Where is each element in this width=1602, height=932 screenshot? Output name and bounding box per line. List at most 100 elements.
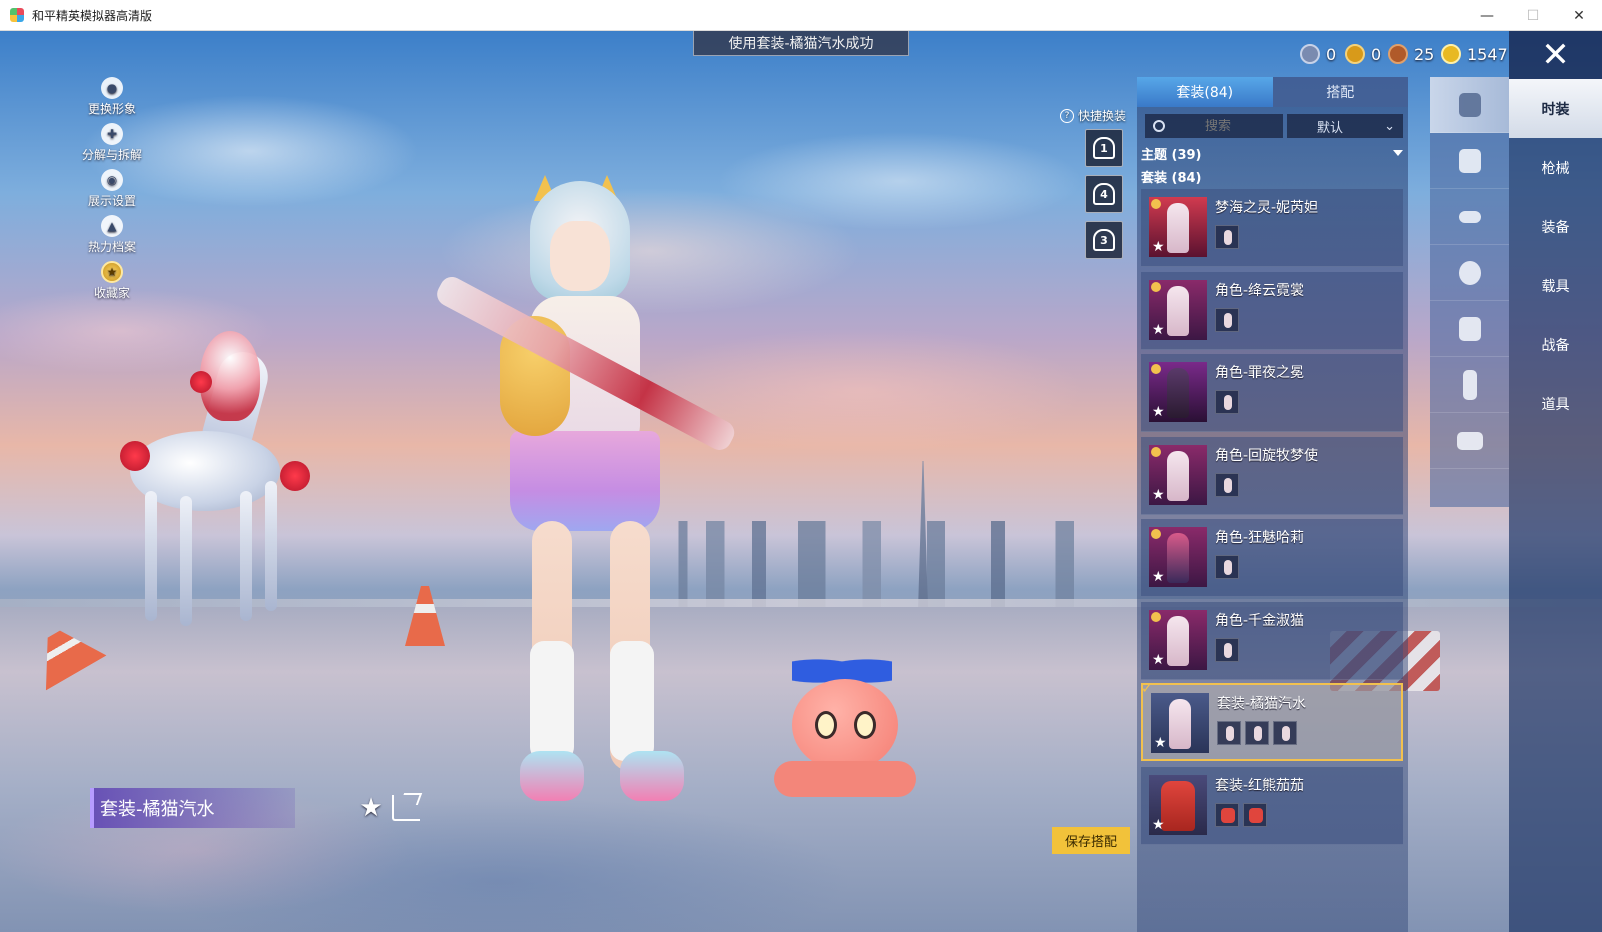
- outfit-name: 角色-绛云霓裳: [1215, 283, 1305, 299]
- help-icon: ?: [1060, 108, 1074, 123]
- list-item[interactable]: ★ 角色-千金淑猫: [1141, 602, 1403, 680]
- part-thumbnail[interactable]: [1215, 225, 1239, 249]
- part-thumbnail[interactable]: [1245, 721, 1269, 745]
- crystal-horse[interactable]: [90, 331, 320, 641]
- list-item[interactable]: ★ 角色-绛云霓裳: [1141, 272, 1403, 350]
- star-icon[interactable]: ★: [1152, 818, 1165, 832]
- decompose-label: 分解与拆解: [81, 148, 142, 162]
- shirt-category-button[interactable]: [1430, 301, 1509, 357]
- tab-items[interactable]: 道具: [1509, 374, 1602, 433]
- outfit-parts: [1215, 390, 1239, 414]
- maximize-button[interactable]: ☐: [1510, 0, 1556, 31]
- display-settings-button[interactable]: ◉ 展示设置: [72, 169, 152, 215]
- tab-firearms[interactable]: 枪械: [1509, 138, 1602, 197]
- figure-icon: [1167, 616, 1189, 666]
- success-banner: 使用套装-橘猫汽水成功: [693, 31, 909, 56]
- hand-category-button[interactable]: [1430, 133, 1509, 189]
- quick-swap-slot-1[interactable]: 1: [1085, 129, 1123, 167]
- collector-label: 收藏家: [93, 286, 130, 300]
- list-item[interactable]: ★ 角色-狂魅哈莉: [1141, 519, 1403, 597]
- search-box[interactable]: [1145, 114, 1283, 138]
- tab-fashion[interactable]: 时装: [1509, 79, 1602, 138]
- close-icon[interactable]: ✕: [1509, 31, 1602, 79]
- part-thumbnail[interactable]: [1215, 390, 1239, 414]
- shoes-category-button[interactable]: [1430, 413, 1509, 469]
- part-thumbnail[interactable]: [1215, 473, 1239, 497]
- sort-dropdown[interactable]: 默认 ⌄: [1287, 114, 1403, 138]
- window-controls: — ☐ ✕: [1464, 0, 1602, 31]
- pet-eye: [854, 711, 876, 739]
- collector-button[interactable]: ★ 收藏家: [72, 261, 152, 307]
- figure-icon: [1167, 368, 1189, 418]
- theme-section-header[interactable]: 主题 (39): [1141, 143, 1403, 163]
- decompose-button[interactable]: ✚ 分解与拆解: [72, 123, 152, 169]
- star-icon[interactable]: ★: [1152, 570, 1165, 584]
- list-item[interactable]: ★ 套装-红熊茄茄: [1141, 767, 1403, 845]
- star-icon[interactable]: ★: [1152, 488, 1165, 502]
- save-outfit-button[interactable]: 保存搭配: [1052, 827, 1130, 854]
- star-icon[interactable]: ★: [1152, 323, 1165, 337]
- quick-swap-slot-2[interactable]: 4: [1085, 175, 1123, 213]
- rank-badge-icon: [1151, 199, 1161, 209]
- search-input[interactable]: [1173, 118, 1263, 134]
- list-item-selected[interactable]: ✓ ★ 套装-橘猫汽水: [1141, 681, 1403, 761]
- tab-suits[interactable]: 套装(84): [1137, 77, 1273, 107]
- outfit-parts: [1215, 473, 1239, 497]
- rank-badge-icon: [1151, 529, 1161, 539]
- caret-down-icon: [1393, 150, 1403, 156]
- player-character[interactable]: [470, 175, 750, 841]
- tab-vehicles[interactable]: 载具: [1509, 256, 1602, 315]
- suit-section-label: 套装 (84): [1141, 170, 1202, 186]
- quick-swap-slot-3[interactable]: 3: [1085, 221, 1123, 259]
- part-thumbnail[interactable]: [1215, 803, 1239, 827]
- favorite-star-icon[interactable]: ★: [357, 794, 385, 822]
- star-icon[interactable]: ★: [1154, 736, 1167, 750]
- outfit-list-panel: 套装(84) 搭配 默认 ⌄ 主题 (39) 套装 (84) ★: [1137, 77, 1408, 932]
- star-icon[interactable]: ★: [1152, 405, 1165, 419]
- change-appearance-button[interactable]: ● 更换形象: [72, 77, 152, 123]
- glasses-icon: [1458, 210, 1481, 223]
- rose-decoration: [120, 441, 150, 471]
- part-thumbnail[interactable]: [1243, 803, 1267, 827]
- tab-combat-prep[interactable]: 战备: [1509, 315, 1602, 374]
- pants-category-button[interactable]: [1430, 357, 1509, 413]
- roller-skate: [520, 751, 584, 801]
- outfit-category-button[interactable]: [1430, 77, 1509, 133]
- rank-badge-icon: [1151, 364, 1161, 374]
- mask-category-button[interactable]: [1430, 245, 1509, 301]
- rank-badge-icon: [1151, 447, 1161, 457]
- horse-leg: [240, 491, 252, 621]
- tab-equipment[interactable]: 装备: [1509, 197, 1602, 256]
- person-icon: ●: [101, 77, 123, 99]
- hanger-icon: 3: [1093, 229, 1115, 251]
- part-thumbnail[interactable]: [1215, 638, 1239, 662]
- glasses-category-button[interactable]: [1430, 189, 1509, 245]
- star-icon[interactable]: ★: [1152, 653, 1165, 667]
- pet-head: [792, 679, 898, 771]
- part-thumbnail[interactable]: [1217, 721, 1241, 745]
- quick-swap-label[interactable]: ? 快捷换装: [1060, 107, 1126, 124]
- outfit-thumbnail: ★: [1151, 693, 1209, 753]
- part-thumbnail[interactable]: [1273, 721, 1297, 745]
- left-menu: ● 更换形象 ✚ 分解与拆解 ◉ 展示设置 ▲ 热力档案 ★ 收藏家: [72, 77, 152, 307]
- octopus-pet[interactable]: [770, 651, 920, 801]
- outfit-name: 角色-回旋牧梦使: [1215, 448, 1319, 464]
- tab-mix[interactable]: 搭配: [1272, 77, 1408, 107]
- mask-icon: [1458, 260, 1481, 285]
- heat-archive-button[interactable]: ▲ 热力档案: [72, 215, 152, 261]
- outfit-name: 套装-红熊茄茄: [1215, 778, 1305, 794]
- star-icon[interactable]: ★: [1152, 240, 1165, 254]
- currency-a-value: 0: [1326, 44, 1337, 64]
- list-item[interactable]: ★ 梦海之灵-妮芮妲: [1141, 189, 1403, 267]
- part-thumbnail[interactable]: [1215, 308, 1239, 332]
- outfit-name: 角色-千金淑猫: [1215, 613, 1305, 629]
- list-item[interactable]: ★ 角色-罪夜之冕: [1141, 354, 1403, 432]
- hanger-icon: 1: [1093, 137, 1115, 159]
- minimize-button[interactable]: —: [1464, 0, 1510, 31]
- app-icon: [10, 8, 24, 22]
- figure-icon: [1167, 203, 1189, 253]
- share-icon[interactable]: [392, 795, 420, 821]
- part-thumbnail[interactable]: [1215, 555, 1239, 579]
- list-item[interactable]: ★ 角色-回旋牧梦使: [1141, 437, 1403, 515]
- window-close-button[interactable]: ✕: [1556, 0, 1602, 31]
